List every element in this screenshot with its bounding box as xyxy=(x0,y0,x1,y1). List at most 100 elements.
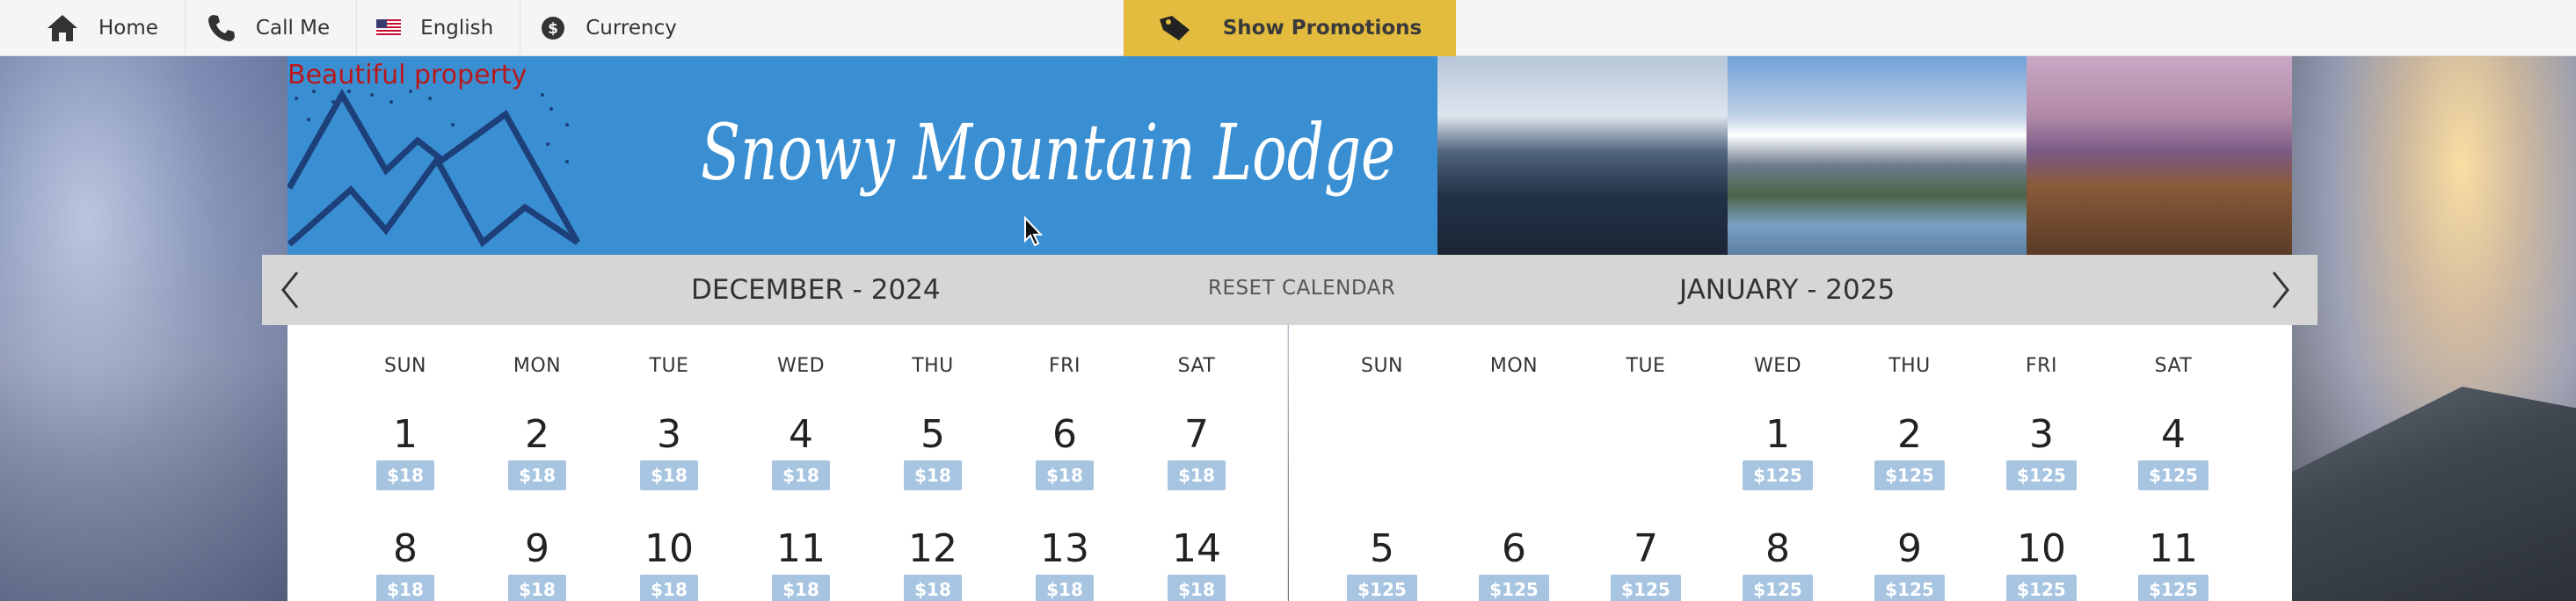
home-icon xyxy=(46,13,79,43)
weekday-label: MON xyxy=(513,355,562,377)
weekday-label: FRI xyxy=(2026,355,2057,377)
weekday-label: TUE xyxy=(1626,355,1666,377)
calendar-day[interactable]: 3 $18 xyxy=(603,413,735,490)
calendar-day[interactable]: 8 $18 xyxy=(339,527,471,601)
weekday-label: MON xyxy=(1489,355,1539,377)
day-number: 1 xyxy=(393,412,418,457)
calendar-month-december: SUN MON TUE WED THU FRI SAT 1 $18 2 $18 3 $… xyxy=(287,325,1288,601)
day-number: 11 xyxy=(776,526,826,571)
calendar-day[interactable]: 4 $18 xyxy=(735,413,867,490)
weekday-label: THU xyxy=(912,355,954,377)
day-number: 9 xyxy=(1897,526,1922,571)
day-number: 2 xyxy=(525,412,549,457)
day-number: 5 xyxy=(921,412,945,457)
day-number: 7 xyxy=(1634,526,1658,571)
patio-photo xyxy=(2027,56,2292,255)
day-price: $18 xyxy=(508,575,566,601)
day-number: 4 xyxy=(789,412,813,457)
day-price: $125 xyxy=(1611,575,1681,601)
day-price: $125 xyxy=(1874,460,1945,490)
calendar-day[interactable]: 10 $125 xyxy=(1976,527,2107,601)
day-price: $18 xyxy=(904,460,962,490)
day-price: $18 xyxy=(772,575,830,601)
calendar-day[interactable]: 3 $125 xyxy=(1976,413,2107,490)
calendar-day[interactable]: 8 $125 xyxy=(1712,527,1844,601)
day-number: 1 xyxy=(1765,412,1790,457)
weekday-label: WED xyxy=(776,355,826,377)
weekday-label: FRI xyxy=(1049,355,1081,377)
calendar-day[interactable]: 11 $125 xyxy=(2107,527,2239,601)
reset-calendar-button[interactable]: RESET CALENDAR xyxy=(1208,255,1395,322)
prev-month-button[interactable] xyxy=(273,271,308,309)
calendar-day[interactable]: 2 $18 xyxy=(471,413,603,490)
nav-language-label: English xyxy=(420,17,494,40)
calendar-day[interactable]: 14 $18 xyxy=(1131,527,1263,601)
mouse-cursor-icon xyxy=(1024,216,1044,247)
day-price: $125 xyxy=(1347,575,1417,601)
calendar-day[interactable]: 12 $18 xyxy=(867,527,999,601)
day-number: 7 xyxy=(1184,412,1209,457)
day-price: $18 xyxy=(1168,460,1226,490)
day-price: $125 xyxy=(1479,575,1549,601)
calendar-day[interactable]: 5 $125 xyxy=(1316,527,1448,601)
calendar-day[interactable]: 2 $125 xyxy=(1844,413,1976,490)
property-label: Beautiful property xyxy=(287,60,528,91)
chevron-left-icon xyxy=(281,272,299,308)
day-price: $18 xyxy=(772,460,830,490)
calendar-day[interactable]: 9 $18 xyxy=(471,527,603,601)
calendar-day[interactable]: 4 $125 xyxy=(2107,413,2239,490)
dollar-coin-icon: $ xyxy=(540,15,566,41)
show-promotions-label: Show Promotions xyxy=(1222,17,1423,40)
day-price: $18 xyxy=(1036,575,1094,601)
day-number: 6 xyxy=(1502,526,1526,571)
mountain-lake-photo xyxy=(1728,56,2027,255)
day-price: $18 xyxy=(376,460,434,490)
weekday-label: SUN xyxy=(1360,355,1404,377)
background-sky-left xyxy=(0,56,290,601)
calendar-day[interactable]: 11 $18 xyxy=(735,527,867,601)
nav-currency-label: Currency xyxy=(586,17,677,40)
day-number: 2 xyxy=(1897,412,1922,457)
lodge-title-text: Snowy Mountain Lodge xyxy=(701,107,1395,198)
calendar-day[interactable]: 6 $18 xyxy=(999,413,1131,490)
calendar-day[interactable]: 5 $18 xyxy=(867,413,999,490)
day-price: $18 xyxy=(1168,575,1226,601)
day-number: 10 xyxy=(644,526,694,571)
calendar-day[interactable]: 1 $18 xyxy=(339,413,471,490)
calendar-day[interactable]: 7 $18 xyxy=(1131,413,1263,490)
day-number: 5 xyxy=(1370,526,1394,571)
weekday-label: SUN xyxy=(383,355,427,377)
day-number: 11 xyxy=(2149,526,2198,571)
day-number: 3 xyxy=(657,412,681,457)
phone-icon xyxy=(207,13,236,43)
calendar-day[interactable]: 13 $18 xyxy=(999,527,1131,601)
calendar-day[interactable]: 10 $18 xyxy=(603,527,735,601)
day-number: 12 xyxy=(908,526,957,571)
calendar-header: DECEMBER - 2024 RESET CALENDAR JANUARY -… xyxy=(262,255,2318,325)
calendar-month-january: SUN MON TUE WED THU FRI SAT 1 $125 2 $125 … xyxy=(1289,325,2292,601)
nav-currency[interactable]: $ Currency xyxy=(520,0,703,56)
calendar-day[interactable]: 1 $125 xyxy=(1712,413,1844,490)
day-price: $125 xyxy=(1743,575,1813,601)
show-promotions-button[interactable]: Show Promotions xyxy=(1124,0,1456,56)
village-photo xyxy=(1437,56,1728,255)
day-price: $18 xyxy=(640,460,698,490)
calendar-day[interactable]: 6 $125 xyxy=(1448,527,1580,601)
day-price: $125 xyxy=(2138,460,2209,490)
day-price: $18 xyxy=(1036,460,1094,490)
nav-home[interactable]: Home xyxy=(0,0,186,56)
svg-text:$: $ xyxy=(548,20,558,38)
day-number: 13 xyxy=(1040,526,1089,571)
lodge-title: Snowy Mountain Lodge xyxy=(701,107,1395,198)
day-price: $18 xyxy=(640,575,698,601)
day-price: $18 xyxy=(376,575,434,601)
nav-call-me[interactable]: Call Me xyxy=(186,0,358,56)
calendar-day[interactable]: 9 $125 xyxy=(1844,527,1976,601)
next-month-button[interactable] xyxy=(2263,271,2298,309)
calendar-day[interactable]: 7 $125 xyxy=(1580,527,1712,601)
day-price: $125 xyxy=(2006,460,2077,490)
day-price: $18 xyxy=(508,460,566,490)
weekday-label: WED xyxy=(1753,355,1802,377)
day-number: 10 xyxy=(2017,526,2066,571)
nav-language[interactable]: English xyxy=(357,0,521,56)
